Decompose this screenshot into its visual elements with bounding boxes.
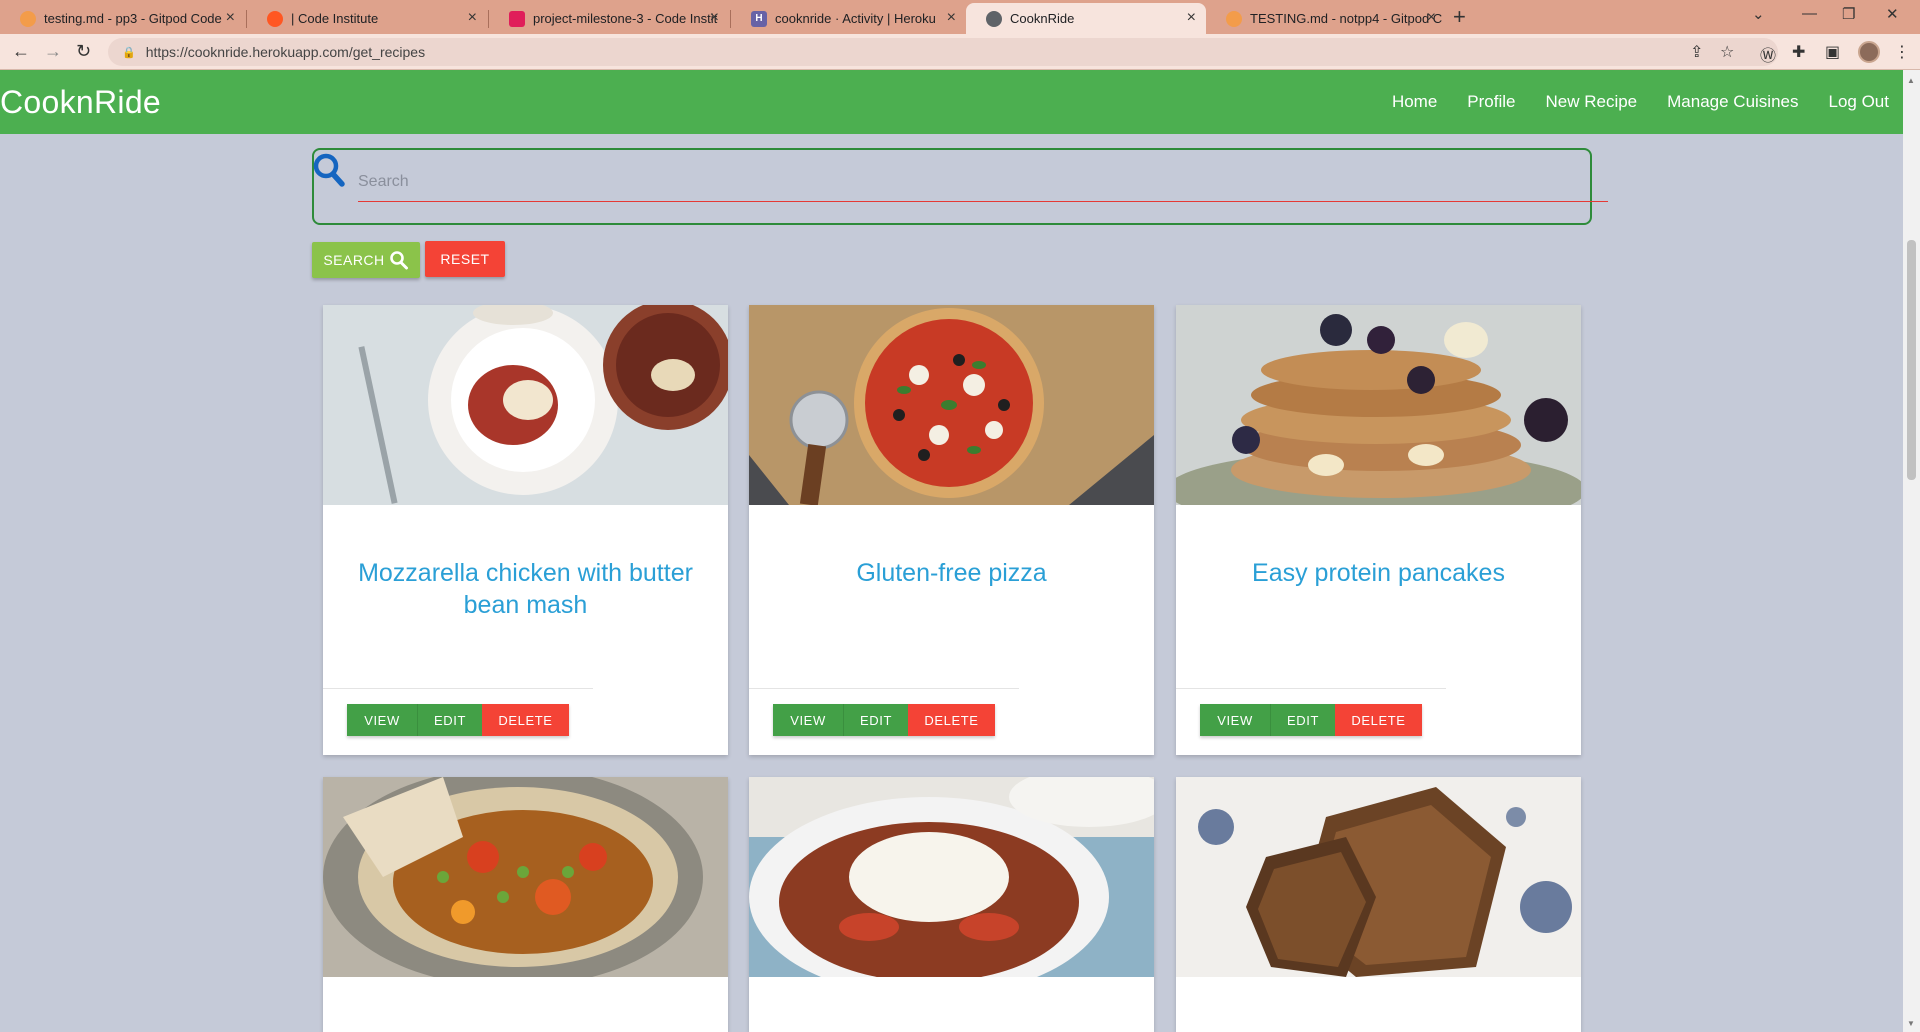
view-button[interactable]: VIEW (1200, 704, 1270, 736)
heroku-icon: H (751, 10, 767, 27)
nav-links: Home Profile New Recipe Manage Cuisines … (1362, 92, 1889, 112)
browser-tab[interactable]: testing.md - pp3 - Gitpod Code × (0, 3, 245, 34)
scroll-thumb[interactable] (1907, 240, 1916, 480)
bookmark-star-icon[interactable]: ☆ (1720, 42, 1734, 62)
recipe-image-gluten-free-pizza[interactable] (749, 305, 1154, 505)
edit-button[interactable]: EDIT (1270, 704, 1335, 736)
recipe-card: Mozzarella chicken with butter bean mash… (323, 305, 728, 755)
new-tab-icon[interactable]: + (1453, 4, 1466, 30)
search-button-icon (389, 251, 408, 270)
slack-icon (509, 10, 525, 27)
recipe-title[interactable]: Gluten-free pizza (769, 557, 1134, 589)
recipe-actions: VIEW EDIT DELETE (773, 704, 995, 736)
profile-avatar-icon[interactable] (1858, 41, 1880, 63)
tab-title: project-milestone-3 - Code Instit (533, 11, 718, 26)
delete-button[interactable]: DELETE (908, 704, 995, 736)
browser-tab[interactable]: | Code Institute × (247, 3, 487, 34)
code-institute-icon (267, 10, 283, 27)
back-icon[interactable]: ← (12, 41, 30, 61)
gitpod-icon (1226, 10, 1242, 27)
reset-button[interactable]: RESET (425, 241, 505, 277)
nav-home[interactable]: Home (1392, 92, 1437, 112)
extensions-puzzle-icon[interactable]: ✚ (1792, 42, 1805, 62)
brand-logo[interactable]: CooknRide (0, 84, 161, 121)
recipe-actions: VIEW EDIT DELETE (1200, 704, 1422, 736)
recipe-actions: VIEW EDIT DELETE (347, 704, 569, 736)
close-icon[interactable]: × (1427, 10, 1436, 26)
browser-tab-strip: testing.md - pp3 - Gitpod Code × | Code … (0, 0, 1920, 34)
side-panel-icon[interactable]: ▣ (1825, 42, 1840, 62)
recipe-image-protein-pancakes[interactable] (1176, 305, 1581, 505)
browser-tab[interactable]: TESTING.md - notpp4 - Gitpod C × (1206, 3, 1446, 34)
gitpod-icon (20, 10, 36, 27)
scroll-up-icon[interactable]: ▲ (1907, 76, 1915, 85)
recipe-title[interactable]: Mozzarella chicken with butter bean mash (343, 557, 708, 621)
recipe-card: Gluten-free pizza VIEW EDIT DELETE (749, 305, 1154, 755)
close-icon[interactable]: × (710, 10, 719, 26)
page-scrollbar[interactable]: ▲ ▼ (1903, 70, 1920, 1032)
card-divider (1176, 688, 1446, 689)
recipe-title[interactable]: Easy protein pancakes (1196, 557, 1561, 589)
restore-icon[interactable]: ❐ (1842, 5, 1855, 23)
browser-tab-active[interactable]: CooknRide × (966, 3, 1206, 34)
close-icon[interactable]: × (947, 10, 956, 26)
recipe-image-banana-bread[interactable] (1176, 777, 1581, 977)
url-text: https://cooknride.herokuapp.com/get_reci… (145, 44, 426, 60)
forward-icon[interactable]: → (44, 41, 62, 61)
wordpress-extension-icon[interactable]: Ⓦ (1760, 42, 1776, 66)
recipe-card (749, 777, 1154, 1032)
nav-profile[interactable]: Profile (1467, 92, 1515, 112)
close-icon[interactable]: × (468, 10, 477, 26)
recipe-image-curry[interactable] (323, 777, 728, 977)
minimize-icon[interactable]: — (1802, 5, 1817, 22)
recipe-card: Easy protein pancakes VIEW EDIT DELETE (1176, 305, 1581, 755)
card-divider (323, 688, 593, 689)
tab-title: CooknRide (1010, 11, 1075, 26)
nav-manage-cuisines[interactable]: Manage Cuisines (1667, 92, 1798, 112)
search-icon (313, 153, 345, 187)
reset-button-label: RESET (440, 251, 490, 267)
site-navbar: CooknRide Home Profile New Recipe Manage… (0, 70, 1903, 134)
recipe-image-ratatouille-bake[interactable] (749, 777, 1154, 977)
close-icon[interactable]: × (1187, 10, 1196, 26)
lock-icon: 🔒 (122, 46, 136, 59)
reload-icon[interactable]: ↻ (76, 41, 91, 61)
globe-icon (986, 10, 1002, 27)
card-divider (749, 688, 1019, 689)
tab-title: cooknride · Activity | Heroku (775, 11, 936, 26)
tab-title: testing.md - pp3 - Gitpod Code (44, 11, 222, 26)
browser-tab[interactable]: project-milestone-3 - Code Instit × (489, 3, 729, 34)
recipe-card (1176, 777, 1581, 1032)
browser-toolbar: ← → ↻ 🔒 https://cooknride.herokuapp.com/… (0, 34, 1920, 70)
view-button[interactable]: VIEW (347, 704, 417, 736)
search-input[interactable] (358, 162, 1608, 202)
search-button[interactable]: SEARCH (312, 242, 420, 278)
tab-title: TESTING.md - notpp4 - Gitpod C (1250, 11, 1443, 26)
view-button[interactable]: VIEW (773, 704, 843, 736)
edit-button[interactable]: EDIT (843, 704, 908, 736)
address-bar[interactable]: 🔒 https://cooknride.herokuapp.com/get_re… (108, 38, 1778, 66)
scroll-down-icon[interactable]: ▼ (1907, 1019, 1915, 1028)
recipe-image-mozzarella-chicken[interactable] (323, 305, 728, 505)
tab-search-icon[interactable]: ⌄ (1752, 5, 1765, 23)
recipe-card (323, 777, 728, 1032)
browser-tab[interactable]: H cooknride · Activity | Heroku × (731, 3, 966, 34)
share-icon[interactable]: ⇪ (1690, 42, 1703, 62)
window-close-icon[interactable]: ✕ (1886, 5, 1899, 23)
search-button-label: SEARCH (323, 252, 385, 268)
edit-button[interactable]: EDIT (417, 704, 482, 736)
delete-button[interactable]: DELETE (482, 704, 569, 736)
tab-title: | Code Institute (291, 11, 379, 26)
nav-new-recipe[interactable]: New Recipe (1545, 92, 1637, 112)
menu-dots-icon[interactable]: ⋮ (1894, 42, 1910, 62)
close-icon[interactable]: × (226, 10, 235, 26)
nav-log-out[interactable]: Log Out (1829, 92, 1890, 112)
delete-button[interactable]: DELETE (1335, 704, 1422, 736)
